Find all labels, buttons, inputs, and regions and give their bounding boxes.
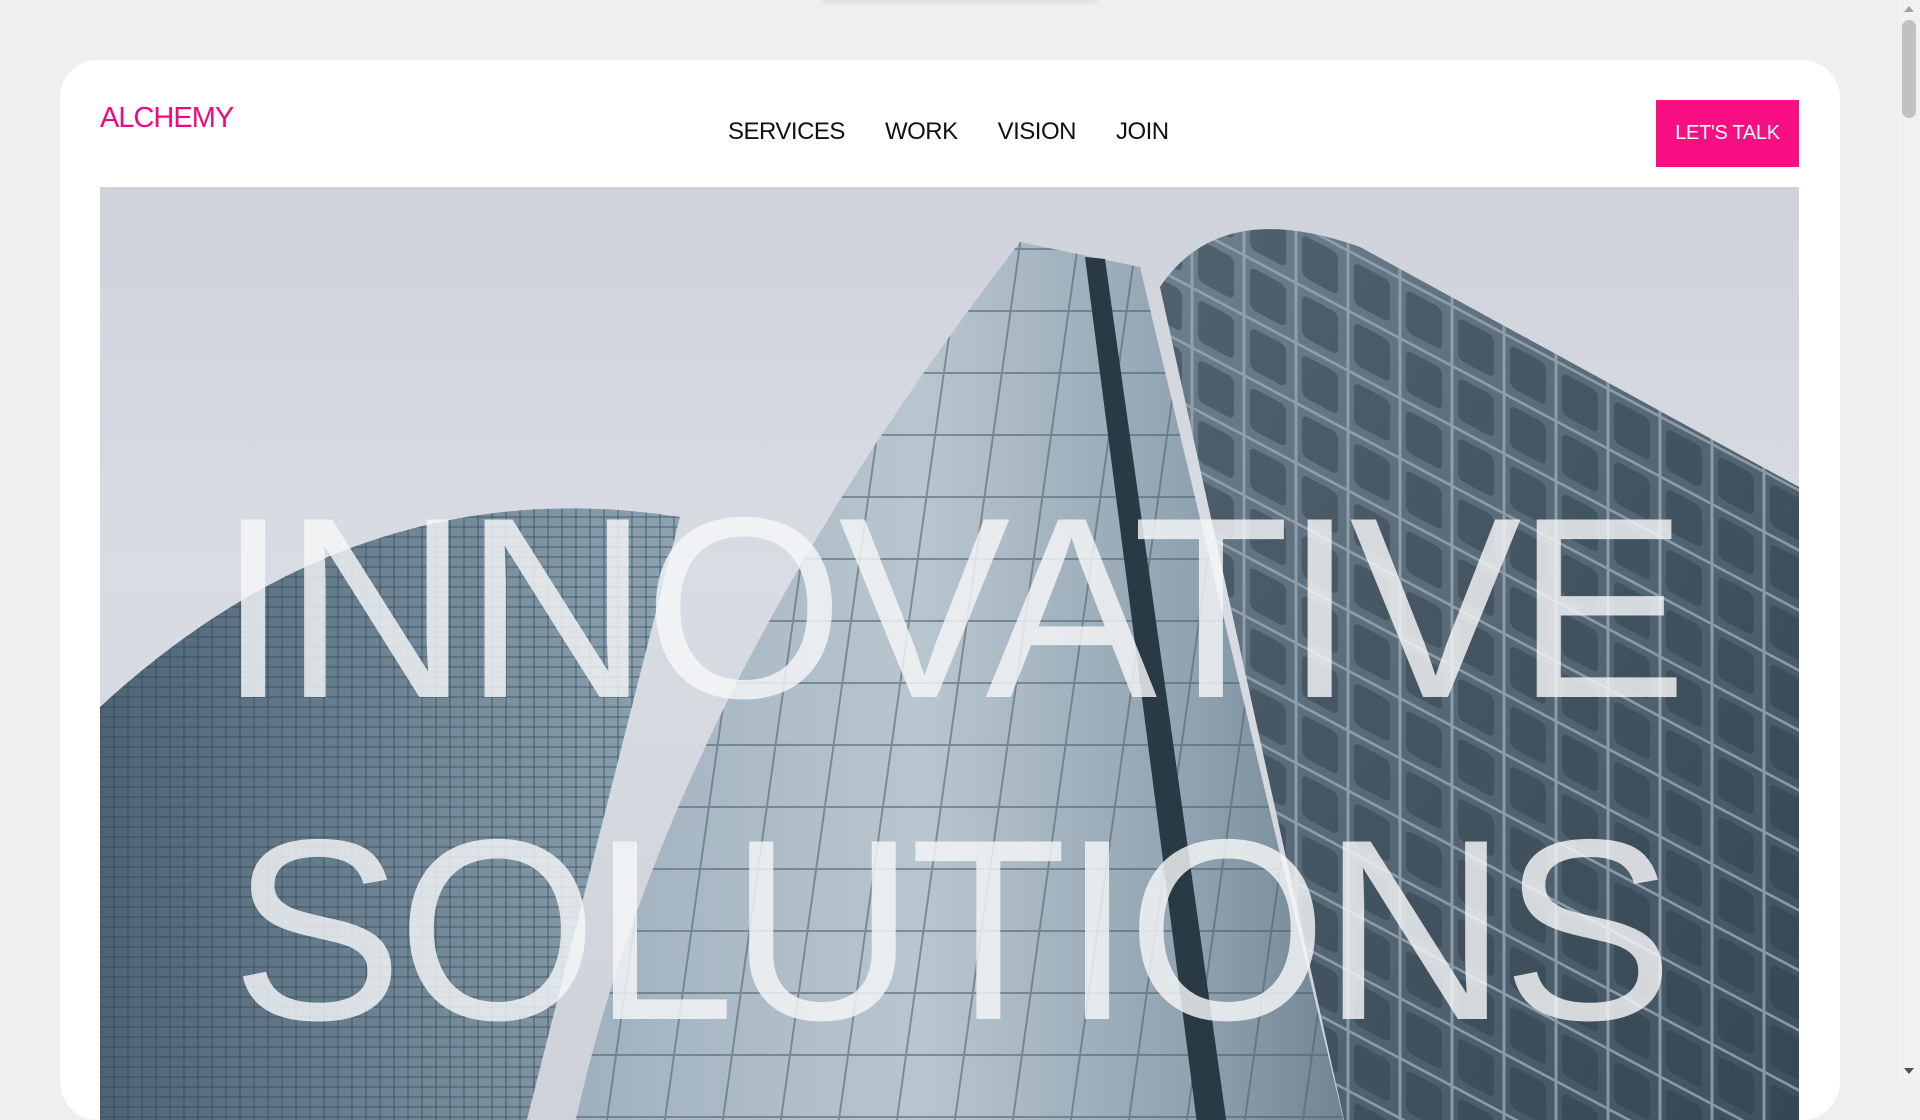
- top-drawer-tab: [820, 0, 1100, 2]
- nav-item-join[interactable]: JOIN: [1116, 118, 1169, 146]
- hero-headline-line-1: INNOVATIVE: [217, 463, 1687, 752]
- main-nav: SERVICES WORK VISION JOIN: [728, 118, 1169, 146]
- scroll-up-arrow-icon[interactable]: [1904, 6, 1914, 12]
- nav-item-vision[interactable]: VISION: [998, 118, 1077, 146]
- lets-talk-button[interactable]: LET'S TALK: [1656, 100, 1799, 167]
- nav-item-services[interactable]: SERVICES: [728, 118, 845, 146]
- scrollbar-thumb[interactable]: [1902, 20, 1916, 118]
- hero-headline-line-2: SOLUTIONS: [231, 785, 1674, 1074]
- hero-section: INNOVATIVE SOLUTIONS: [100, 187, 1799, 1120]
- nav-item-work[interactable]: WORK: [885, 118, 958, 146]
- brand-logo[interactable]: ALCHEMY: [100, 102, 234, 135]
- page-scrollbar[interactable]: [1898, 0, 1920, 1080]
- scroll-down-arrow-icon[interactable]: [1904, 1068, 1914, 1074]
- page-card: ALCHEMY SERVICES WORK VISION JOIN LET'S …: [60, 60, 1840, 1120]
